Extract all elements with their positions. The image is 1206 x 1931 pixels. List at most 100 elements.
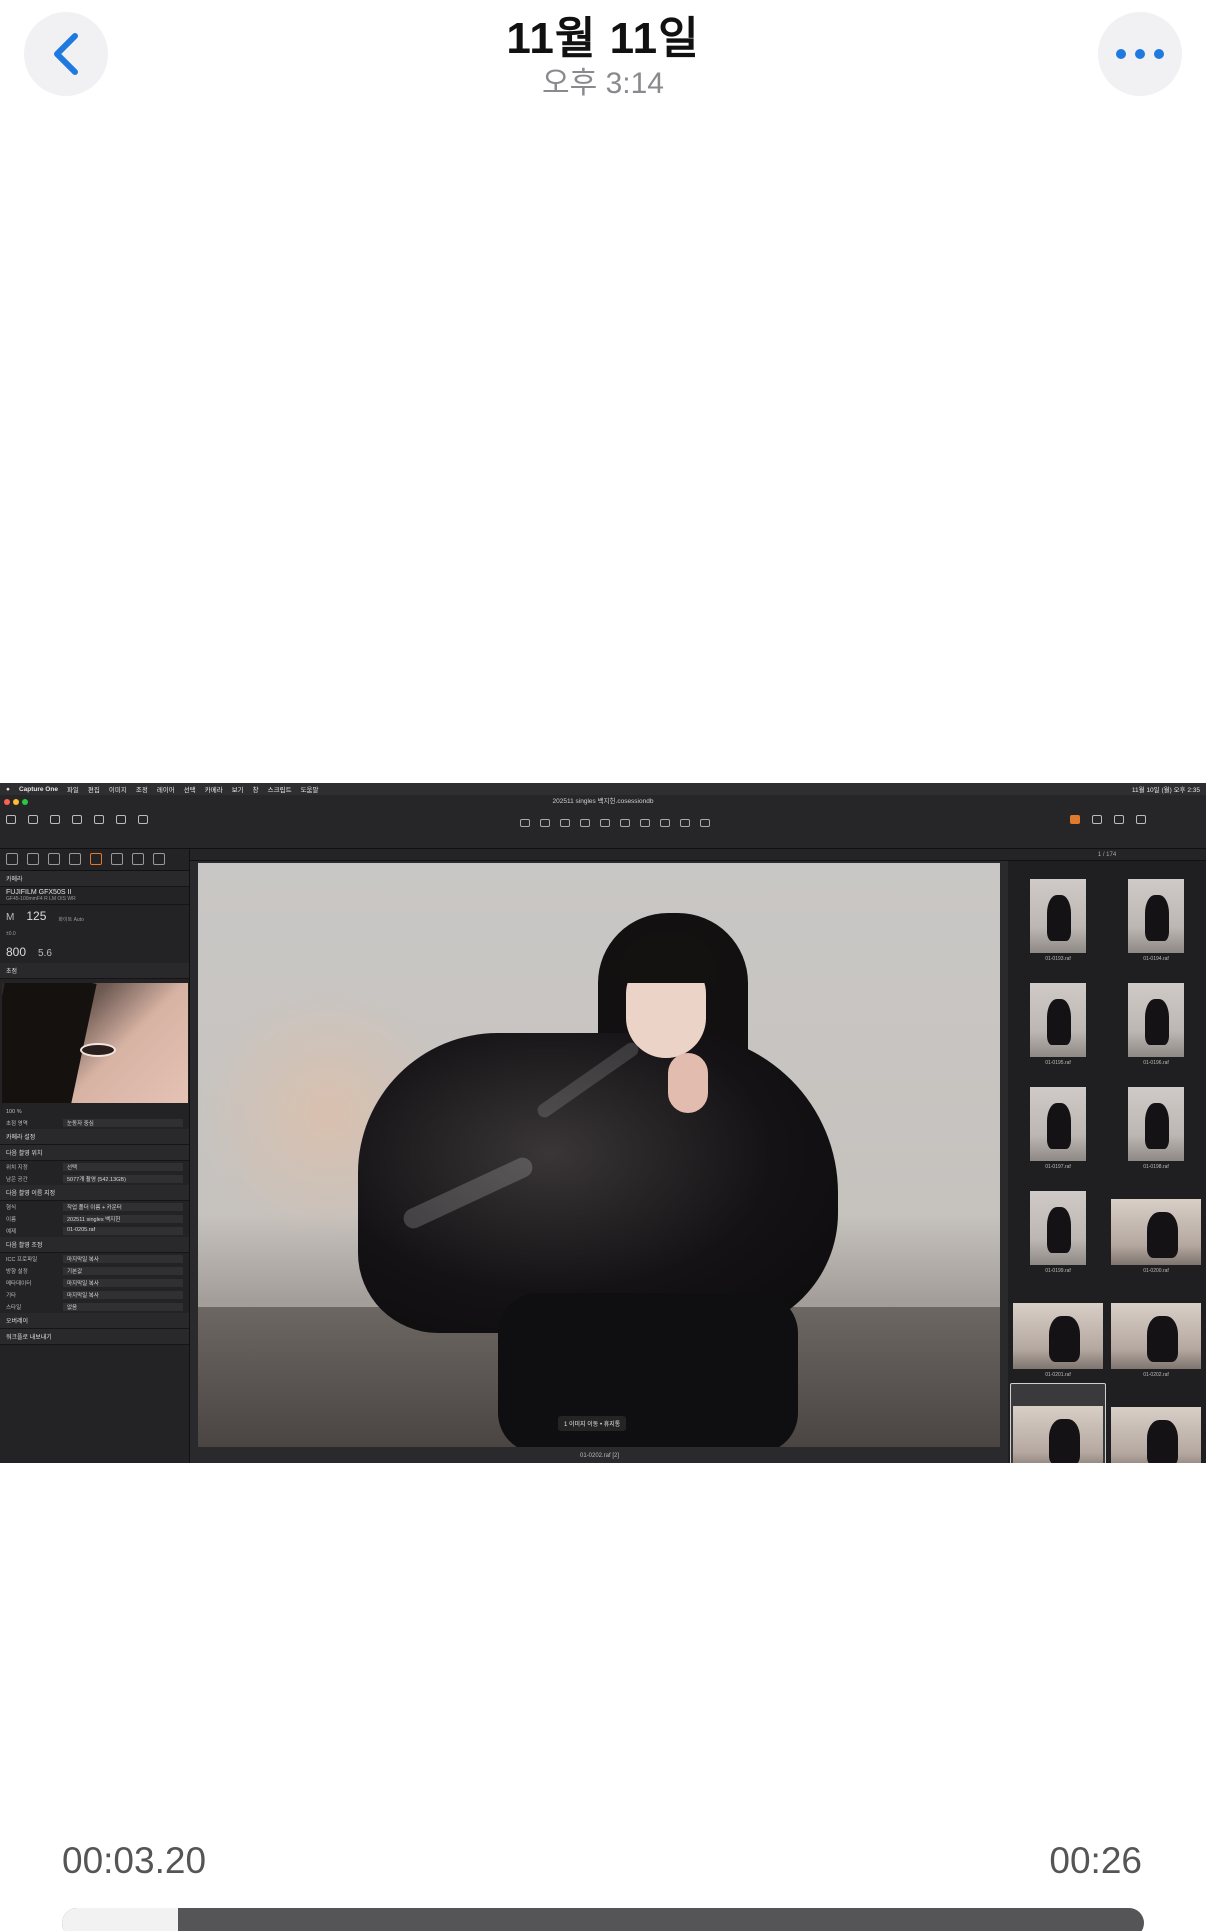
next-capture-adjustments-header: 다음 촬영 조정 [0,1237,189,1253]
photo-viewer-screen: 11월 11일 오후 3:14 ● Capture One 파일 편집 이미지 … [0,0,1206,1931]
aperture-value: 5.6 [38,948,52,959]
thumbnail-image [1128,879,1184,953]
toolbar-left-group [6,815,148,824]
thumbnail-item[interactable]: 01-0201.raf [1010,1279,1106,1381]
rotate-icon [580,819,590,827]
more-button[interactable] [1098,12,1182,96]
menu-image: 이미지 [108,787,127,794]
thumbnail-item[interactable]: 01-0194.raf [1108,863,1204,965]
thumbnail-caption: 01-0196.raf [1143,1060,1169,1066]
capture-button-tool [138,815,148,824]
media-frame[interactable]: ● Capture One 파일 편집 이미지 조정 레이어 선택 카메라 보기… [0,783,1206,1463]
layers-icon [1070,815,1080,824]
thumbnail-caption: 01-0199.raf [1045,1268,1071,1274]
field-label: 메타데이터 [6,1281,32,1287]
lens-tab-icon [48,853,60,865]
overlay-header: 오버레이 [0,1313,189,1329]
thumbnail-item[interactable]: 01-0202.raf [1010,1383,1106,1463]
field-value: 선택 [63,1163,183,1171]
thumbnail-caption: 01-0200.raf [1143,1268,1169,1274]
crop-icon [560,819,570,827]
menu-select: 선택 [183,787,196,794]
thumbnail-item[interactable]: 01-0195.raf [1010,967,1106,1069]
undo-icon [72,815,82,824]
scrubber-progress [62,1908,178,1931]
main-photo [198,863,1000,1447]
video-scrubber[interactable] [62,1908,1144,1931]
camera-section-header: 카메라 [0,871,189,887]
exposure-comp-row: ±0.0 [0,927,189,941]
menu-camera: 카메라 [204,787,223,794]
window-titlebar: 202511 singles 백지헌.cosessiondb [0,795,1206,809]
tool-panel: 카메라 FUJIFILM GFX50S II GF45-100mmF4 R LM… [0,849,190,1463]
thumbnail-item[interactable]: 01-0198.raf [1108,1071,1204,1173]
minimize-icon [13,799,19,805]
focus-mask-row: 초점 영역 눈동자 중심 [0,1117,189,1129]
window-title: 202511 singles 백지헌.cosessiondb [552,798,654,805]
page-title: 11월 11일 [506,14,700,63]
thumbnail-caption: 01-0193.raf [1045,956,1071,962]
field-value: 없음 [63,1303,183,1311]
shutter-speed: 125 [26,909,47,923]
menu-edit: 편집 [87,787,100,794]
thumbnail-image [1030,1087,1086,1161]
viewer-toolbar [190,849,1008,861]
capture-tab-icon [27,853,39,865]
thumbnail-image [1030,983,1086,1057]
white-balance: 화이트 Auto [58,917,84,923]
focus-preview [2,983,188,1103]
browser-counter: 1 / 174 [1008,849,1206,861]
shooting-mode: M [6,912,15,923]
thumbnail-item[interactable]: 01-0200.raf [1108,1175,1204,1277]
field-row: 메타데이터 마지막일 복사 [0,1277,189,1289]
export-tool [1092,815,1102,824]
menu-help: 도움말 [300,787,319,794]
thumbnail-item[interactable]: 01-0204.raf [1108,1383,1204,1463]
thumbnail-caption: 01-0195.raf [1045,1060,1071,1066]
share-icon [50,815,60,824]
menu-window: 창 [252,787,259,794]
zoom-icon [22,799,28,805]
camera-model: FUJIFILM GFX50S II [6,889,72,896]
image-browser: 1 / 174 01-0193.raf 01-0194.raf 01-0195.ra… [1008,849,1206,1463]
thumbnail-image [1111,1199,1201,1265]
thumbnail-item[interactable]: 01-0202.raf [1108,1279,1204,1381]
eye-detail [80,1043,116,1057]
thumbnail-item[interactable]: 01-0197.raf [1010,1071,1106,1173]
shutter-icon [138,815,148,824]
page-subtitle: 오후 3:14 [542,67,664,100]
camera-info: FUJIFILM GFX50S II GF45-100mmF4 R LM OIS… [0,887,189,905]
field-label: ICC 프로파일 [6,1257,38,1263]
thumbnail-image [1030,879,1086,953]
thumbnail-item[interactable]: 01-0193.raf [1010,863,1106,965]
capture-tool [28,815,38,824]
redo-tool [94,815,104,824]
output-tab-icon [153,853,165,865]
field-label: 예제 [6,1229,17,1235]
field-value: 5077개 촬영 (542.13GB) [63,1175,183,1183]
next-capture-naming-header: 다음 촬영 이름 지정 [0,1185,189,1201]
focus-mask-label: 초점 영역 [6,1121,28,1127]
adjust-tab-icon [132,853,144,865]
field-label: 형식 [6,1205,17,1211]
thumbnail-image [1030,1191,1086,1265]
field-row: 기타 마지막일 복사 [0,1289,189,1301]
field-value: 기본값 [63,1267,183,1275]
next-capture-location-header: 다음 촬영 위치 [0,1145,189,1161]
thumbnail-item[interactable]: 01-0199.raf [1010,1175,1106,1277]
app-toolbar [0,809,1206,849]
thumbnail-grid: 01-0193.raf 01-0194.raf 01-0195.raf 01-0196… [1008,861,1206,1463]
thumbnail-image [1128,1087,1184,1161]
reset-tool [1114,815,1124,824]
field-label: 남은 공간 [6,1177,28,1183]
import-tool [6,815,16,824]
thumbnail-item[interactable]: 01-0196.raf [1108,967,1204,1069]
thumbnail-image [1128,983,1184,1057]
iso-value: 800 [6,945,27,959]
field-row: 남은 공간 5077개 촬영 (542.13GB) [0,1173,189,1185]
iso-aperture-row: 800 5.6 [0,941,189,963]
field-label: 기타 [6,1293,17,1299]
wand-icon [116,815,126,824]
field-row: 방향 설정 기본값 [0,1265,189,1277]
zoom-row: 100 % [0,1107,189,1117]
